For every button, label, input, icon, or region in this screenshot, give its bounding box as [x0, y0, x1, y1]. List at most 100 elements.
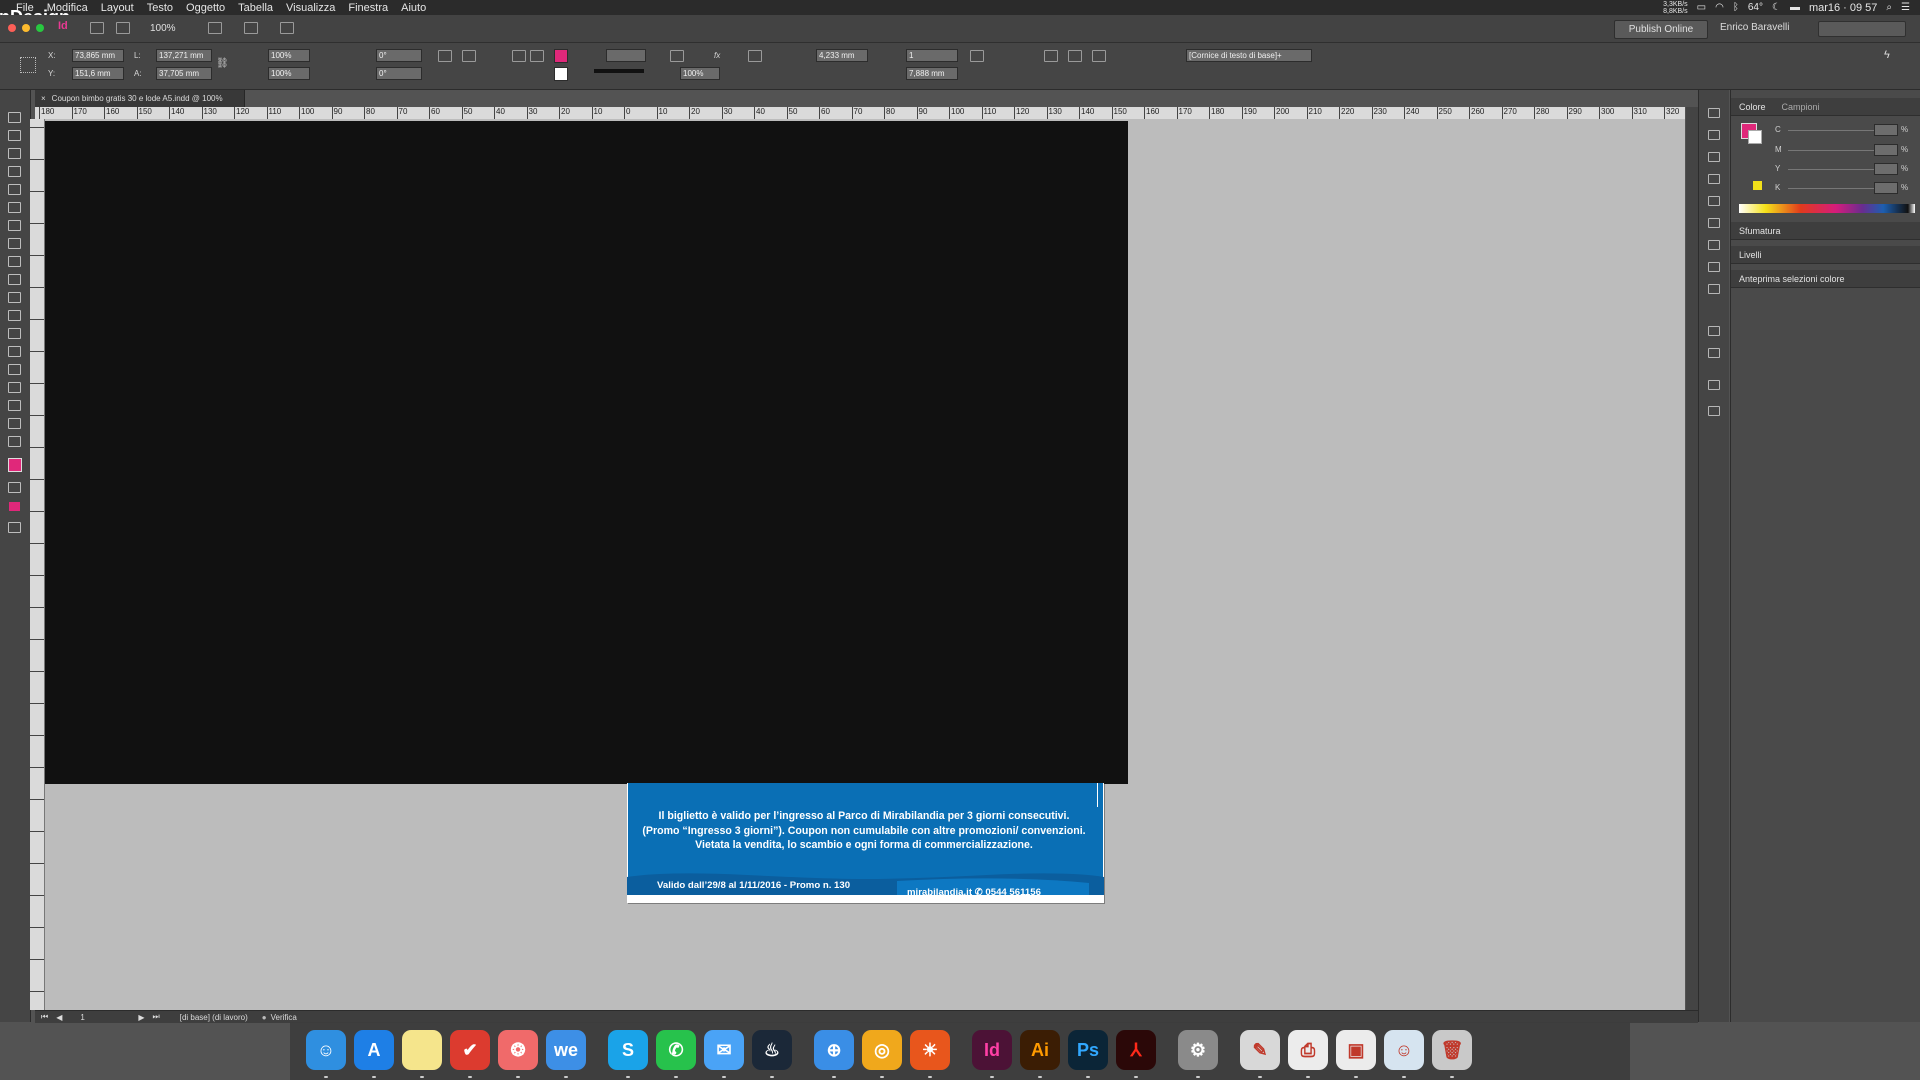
menu-testo[interactable]: Testo	[147, 2, 173, 14]
paragraph-styles-icon[interactable]	[1708, 262, 1720, 272]
tab-campioni[interactable]: Campioni	[1782, 102, 1820, 112]
gap-tool-icon[interactable]	[8, 166, 21, 177]
auto-size-icon[interactable]	[1044, 50, 1058, 62]
dock-app-acrobat-tools[interactable]: ✎	[1240, 1030, 1280, 1070]
dock-app-system-preferences[interactable]: ⚙	[1178, 1030, 1218, 1070]
channel-m-slider[interactable]	[1788, 150, 1888, 151]
text-frame-options-icon[interactable]	[748, 50, 762, 62]
links-panel-icon[interactable]	[1708, 130, 1720, 140]
constrain-proportions-icon[interactable]: ⛓	[216, 58, 229, 69]
close-tab-icon[interactable]: ×	[41, 94, 46, 103]
zoom-tool-icon[interactable]	[8, 436, 21, 447]
document-tab[interactable]: × Coupon bimbo gratis 30 e lode A5.indd …	[35, 90, 245, 107]
align-top-icon[interactable]	[970, 50, 984, 62]
apply-color-icon[interactable]	[9, 502, 20, 511]
frame-offset-field[interactable]: 4,233 mm	[816, 49, 868, 62]
eyedropper-tool-icon[interactable]	[8, 400, 21, 411]
dock-app-app-store[interactable]: A	[354, 1030, 394, 1070]
stroke-swatch[interactable]	[554, 67, 568, 81]
dock-app-firefox[interactable]: ☀	[910, 1030, 950, 1070]
screen-icon[interactable]: ▭	[1697, 2, 1706, 13]
yellow-swatch[interactable]	[1753, 181, 1762, 190]
coupon-terms-text[interactable]: Il biglietto è valido per l’ingresso al …	[639, 809, 1089, 853]
pasteboard[interactable]: Il biglietto è valido per l’ingresso al …	[45, 119, 1685, 1010]
channel-y-slider[interactable]	[1788, 169, 1888, 170]
text-wrap-panel-icon[interactable]	[1708, 218, 1720, 228]
character-styles-icon[interactable]	[1708, 284, 1720, 294]
dock-app-trash[interactable]: 🗑	[1432, 1030, 1472, 1070]
stroke-panel-icon[interactable]	[1708, 152, 1720, 162]
channel-k-slider[interactable]	[1788, 188, 1888, 189]
pencil-tool-icon[interactable]	[8, 256, 21, 267]
notification-icon[interactable]: ☰	[1901, 2, 1910, 13]
gradient-feather-tool-icon[interactable]	[8, 364, 21, 375]
dock-app-wunderlist[interactable]: ✔	[450, 1030, 490, 1070]
object-styles-icon[interactable]	[1708, 326, 1720, 336]
x-position-field[interactable]: 73,865 mm	[72, 49, 124, 62]
dock-app-illustrator[interactable]: Ai	[1020, 1030, 1060, 1070]
stroke-weight-field[interactable]	[606, 49, 646, 62]
selection-tool-icon[interactable]	[8, 112, 21, 123]
zoom-window-button[interactable]	[36, 24, 44, 32]
coupon-page[interactable]: Il biglietto è valido per l’ingresso al …	[627, 783, 1104, 903]
bridge-icon[interactable]	[90, 22, 104, 34]
bluetooth-icon[interactable]: ᛒ	[1733, 2, 1739, 13]
moon-icon[interactable]: ☾	[1772, 2, 1781, 13]
vertical-ruler[interactable]	[30, 119, 45, 1010]
dock-app-chrome[interactable]: ◎	[862, 1030, 902, 1070]
menu-tabella[interactable]: Tabella	[238, 2, 273, 14]
channel-c-slider[interactable]	[1788, 130, 1888, 131]
master-page-select[interactable]: [di base] (di lavoro)	[180, 1013, 248, 1022]
publish-online-button[interactable]: Publish Online	[1614, 20, 1708, 39]
coupon-validity-text[interactable]: Valido dall’29/8 al 1/11/2016 - Promo n.…	[657, 880, 850, 891]
quick-apply-icon[interactable]: ϟ	[1884, 49, 1890, 61]
line-tool-icon[interactable]	[8, 220, 21, 231]
fx-icon[interactable]: fx	[714, 51, 720, 60]
gradient-swatch-tool-icon[interactable]	[8, 346, 21, 357]
distribute-objects-icon[interactable]	[1092, 50, 1106, 62]
wifi-icon[interactable]: ◠	[1715, 2, 1724, 13]
coupon-site-text[interactable]: mirabilandia.it ✆ 0544 561156	[907, 887, 1041, 898]
screen-mode-tool-icon[interactable]	[8, 522, 21, 533]
reference-point-icon[interactable]	[20, 57, 36, 73]
prev-page-button[interactable]: ◀	[56, 1013, 62, 1022]
vertical-scrollbar[interactable]	[1686, 107, 1698, 1017]
last-page-button[interactable]: ⏭	[153, 1012, 160, 1022]
dock-app-asana[interactable]: ❂	[498, 1030, 538, 1070]
battery-icon[interactable]: ▬	[1790, 2, 1800, 13]
layers-panel-icon[interactable]	[1708, 174, 1720, 184]
drop-shadow-icon[interactable]	[670, 50, 684, 62]
character-panel-icon[interactable]	[1708, 240, 1720, 250]
dock-app-adobe-pdf[interactable]: ▣	[1336, 1030, 1376, 1070]
content-collector-icon[interactable]	[8, 184, 21, 195]
channel-m-field[interactable]	[1874, 144, 1898, 156]
rectangle-tool-icon[interactable]	[8, 292, 21, 303]
minibridge-icon[interactable]	[116, 22, 130, 34]
view-options-icon[interactable]	[208, 22, 222, 34]
note-tool-icon[interactable]	[8, 382, 21, 393]
menu-finestra[interactable]: Finestra	[348, 2, 388, 14]
scale-x-field[interactable]: 100%	[268, 49, 310, 62]
dock-app-whatsapp[interactable]: ✆	[656, 1030, 696, 1070]
menu-visualizza[interactable]: Visualizza	[286, 2, 335, 14]
pathfinder-panel-icon[interactable]	[1708, 380, 1720, 390]
black-image-frame[interactable]	[45, 121, 1128, 784]
battery-temp[interactable]: 64°	[1748, 2, 1763, 13]
hand-tool-icon[interactable]	[8, 418, 21, 429]
preflight-label[interactable]: Verifica	[271, 1013, 297, 1022]
dock-app-print-center[interactable]: ⎙	[1288, 1030, 1328, 1070]
dock-app-preview[interactable]: ☺	[1384, 1030, 1424, 1070]
type-tool-icon[interactable]	[8, 202, 21, 213]
object-style-select[interactable]: [Cornice di testo di base]+	[1186, 49, 1312, 62]
zoom-level-select[interactable]: 100%	[150, 23, 176, 34]
rotate-cw-icon[interactable]	[438, 50, 452, 62]
fill-stroke-swatch[interactable]	[8, 458, 22, 472]
width-field[interactable]: 137,271 mm	[156, 49, 212, 62]
rectangle-frame-tool-icon[interactable]	[8, 274, 21, 285]
separations-preview-header[interactable]: Anteprima selezioni colore	[1731, 270, 1920, 288]
gear-icon[interactable]	[1708, 406, 1720, 416]
layers-panel-header[interactable]: Livelli	[1731, 246, 1920, 264]
user-account[interactable]: Enrico Baravelli	[1720, 22, 1789, 33]
free-transform-tool-icon[interactable]	[8, 328, 21, 339]
opacity-field[interactable]: 100%	[680, 67, 720, 80]
